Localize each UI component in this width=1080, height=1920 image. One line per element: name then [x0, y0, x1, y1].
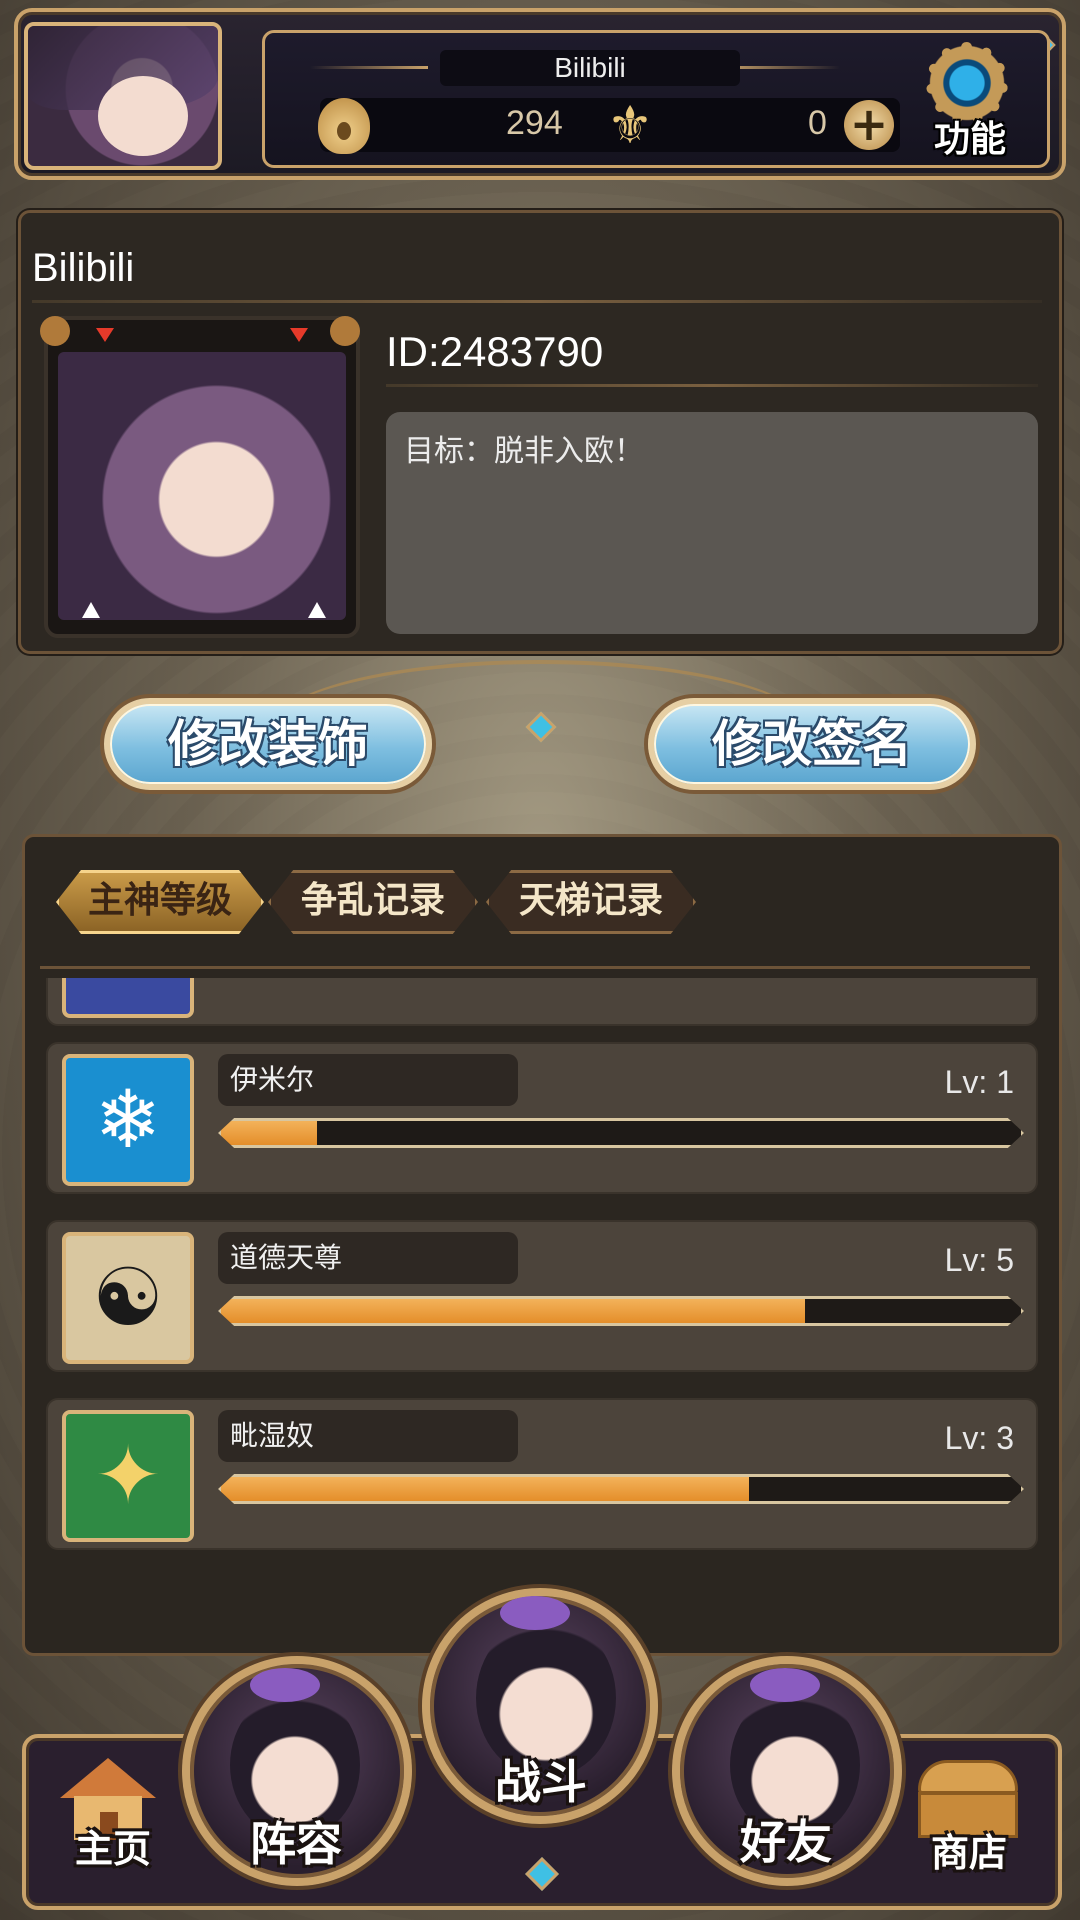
- deity-icon: [62, 978, 194, 1018]
- list-item[interactable]: ❄ 伊米尔 Lv: 1: [46, 1042, 1038, 1194]
- profile-name: Bilibili: [32, 246, 135, 290]
- list-item[interactable]: ✦ 毗湿奴 Lv: 3: [46, 1398, 1038, 1550]
- frame-eye: [290, 328, 308, 342]
- nav-home[interactable]: 主页: [58, 1818, 168, 1873]
- frame-ear: [330, 316, 360, 346]
- list-item: [46, 978, 1038, 1026]
- frame-eye: [96, 328, 114, 342]
- frame-ear: [40, 316, 70, 346]
- deity-level: Lv: 3: [944, 1420, 1014, 1456]
- deity-list[interactable]: ❄ 伊米尔 Lv: 1 ☯ 道德天尊 Lv: 5 ✦ 毗湿奴 Lv: 3: [40, 978, 1040, 1556]
- deity-name: 毗湿奴: [218, 1410, 518, 1462]
- currency-value: 294: [506, 104, 563, 142]
- frame-fang: [308, 602, 326, 618]
- ornament-line: [310, 66, 428, 69]
- avatar-portrait: [58, 352, 346, 620]
- edit-signature-button[interactable]: 修改签名: [648, 698, 976, 790]
- butterfly-icon: ⚜: [606, 96, 654, 156]
- nav-battle[interactable]: 战斗: [466, 1746, 616, 1812]
- xp-bar: [218, 1118, 1024, 1148]
- frame-fang: [82, 602, 100, 618]
- nav-lineup[interactable]: 阵容: [216, 1808, 376, 1874]
- nav-friends[interactable]: 好友: [706, 1806, 866, 1872]
- signature-text: 目标：脱非入欧！: [404, 434, 644, 469]
- nav-shop[interactable]: 商店: [914, 1822, 1024, 1877]
- tab-underline: [40, 966, 1030, 969]
- lotus-icon: ✦: [62, 1410, 194, 1542]
- deity-level: Lv: 1: [944, 1064, 1014, 1100]
- xp-bar: [218, 1296, 1024, 1326]
- list-item[interactable]: ☯ 道德天尊 Lv: 5: [46, 1220, 1038, 1372]
- yin-yang-icon: ☯: [62, 1232, 194, 1364]
- tab-ladder-record[interactable]: 天梯记录: [486, 870, 696, 934]
- tab-deity-level[interactable]: 主神等级: [56, 870, 264, 934]
- divider: [32, 300, 1042, 303]
- add-currency-button[interactable]: +: [844, 100, 894, 150]
- user-id: ID:2483790: [386, 328, 604, 375]
- gem-value: 0: [808, 104, 827, 142]
- deity-level: Lv: 5: [944, 1242, 1014, 1278]
- deity-name: 伊米尔: [218, 1054, 518, 1106]
- currency-drop-icon: [318, 98, 370, 154]
- ice-deity-icon: ❄: [62, 1054, 194, 1186]
- divider: [386, 384, 1038, 387]
- tab-conflict-record[interactable]: 争乱记录: [268, 870, 478, 934]
- edit-decoration-button[interactable]: 修改装饰: [104, 698, 432, 790]
- function-button-label[interactable]: 功能: [920, 110, 1020, 162]
- player-avatar[interactable]: [24, 22, 222, 170]
- deity-name: 道德天尊: [218, 1232, 518, 1284]
- header-player-name: Bilibili: [440, 50, 740, 86]
- xp-bar: [218, 1474, 1024, 1504]
